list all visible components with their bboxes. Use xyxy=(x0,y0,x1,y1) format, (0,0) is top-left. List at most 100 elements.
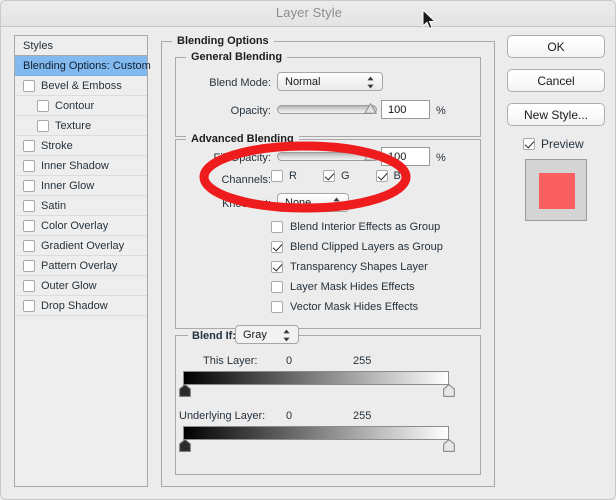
advanced-option-checkbox[interactable] xyxy=(271,301,283,313)
styles-panel-header[interactable]: Styles xyxy=(15,36,147,56)
preview-label: Preview xyxy=(541,137,584,151)
style-effect-checkbox[interactable] xyxy=(23,139,35,152)
channel-toggle-b[interactable]: B xyxy=(375,170,401,182)
style-effect-checkbox[interactable] xyxy=(23,219,35,232)
fill-opacity-slider-track[interactable] xyxy=(277,152,377,161)
sidebar-item-label: Pattern Overlay xyxy=(41,259,118,272)
opacity-input[interactable]: 100 xyxy=(381,100,430,119)
opacity-slider-track[interactable] xyxy=(277,105,377,114)
style-effect-checkbox[interactable] xyxy=(37,119,49,132)
sidebar-item-satin[interactable]: Satin xyxy=(15,196,147,216)
sidebar-item-contour[interactable]: Contour xyxy=(15,96,147,116)
sidebar-item-label: Blending Options: Custom xyxy=(23,59,151,72)
sidebar-item-stroke[interactable]: Stroke xyxy=(15,136,147,156)
sidebar-item-texture[interactable]: Texture xyxy=(15,116,147,136)
channel-label: B xyxy=(393,170,401,182)
this-layer-min: 0 xyxy=(286,355,293,367)
this-layer-max: 255 xyxy=(353,355,372,367)
general-blending-legend: General Blending xyxy=(186,51,288,63)
layer-style-dialog: Layer Style Styles Blending Options: Cus… xyxy=(0,0,616,500)
underlying-layer-black-stop[interactable] xyxy=(179,439,191,452)
blend-if-label: Blend If: xyxy=(188,330,240,342)
fill-opacity-value: 100 xyxy=(388,150,407,163)
knockout-value: None xyxy=(285,196,312,209)
sidebar-item-color-overlay[interactable]: Color Overlay xyxy=(15,216,147,236)
sidebar-item-label: Inner Shadow xyxy=(41,159,109,172)
blending-options-panel: Blending Options General Blending Blend … xyxy=(161,35,495,487)
this-layer-gradient-bar[interactable] xyxy=(183,371,449,385)
sidebar-item-gradient-overlay[interactable]: Gradient Overlay xyxy=(15,236,147,256)
sidebar-item-label: Bevel & Emboss xyxy=(41,79,122,92)
chevron-updown-icon xyxy=(367,76,374,89)
sidebar-item-label: Contour xyxy=(55,99,95,112)
style-effect-checkbox[interactable] xyxy=(23,159,35,172)
title-bar[interactable]: Layer Style xyxy=(1,1,615,27)
underlying-layer-label: Underlying Layer: xyxy=(179,410,266,422)
underlying-layer-white-stop[interactable] xyxy=(443,439,455,452)
ok-button[interactable]: OK xyxy=(507,35,605,58)
opacity-label: Opacity: xyxy=(230,105,271,117)
channel-label: G xyxy=(340,170,350,182)
advanced-option-checkbox[interactable] xyxy=(271,221,283,233)
opacity-slider-thumb[interactable] xyxy=(364,103,377,114)
advanced-option-checkbox[interactable] xyxy=(271,241,283,253)
style-effect-checkbox[interactable] xyxy=(23,199,35,212)
preview-checkbox[interactable] xyxy=(523,138,535,150)
style-effect-checkbox[interactable] xyxy=(37,99,49,112)
blend-if-channel-select[interactable]: Gray xyxy=(235,325,299,344)
advanced-option-blend-interior-effects-as-group[interactable]: Blend Interior Effects as Group xyxy=(271,221,440,233)
styles-panel-header-label: Styles xyxy=(23,39,53,52)
cancel-button[interactable]: Cancel xyxy=(507,69,605,92)
sidebar-item-label: Color Overlay xyxy=(41,219,109,232)
sidebar-item-bevel-emboss[interactable]: Bevel & Emboss xyxy=(15,76,147,96)
sidebar-item-outer-glow[interactable]: Outer Glow xyxy=(15,276,147,296)
style-effect-checkbox[interactable] xyxy=(23,299,35,312)
advanced-option-label: Blend Clipped Layers as Group xyxy=(290,241,443,253)
advanced-option-transparency-shapes-layer[interactable]: Transparency Shapes Layer xyxy=(271,261,428,273)
sidebar-item-drop-shadow[interactable]: Drop Shadow xyxy=(15,296,147,316)
advanced-option-vector-mask-hides-effects[interactable]: Vector Mask Hides Effects xyxy=(271,301,418,313)
preview-color-square xyxy=(539,173,575,209)
sidebar-item-blending-options-custom[interactable]: Blending Options: Custom xyxy=(15,56,151,76)
advanced-option-label: Layer Mask Hides Effects xyxy=(290,281,415,293)
sidebar-item-inner-glow[interactable]: Inner Glow xyxy=(15,176,147,196)
actions-panel: OK Cancel New Style... Preview xyxy=(507,35,607,221)
style-effect-checkbox[interactable] xyxy=(23,239,35,252)
advanced-option-layer-mask-hides-effects[interactable]: Layer Mask Hides Effects xyxy=(271,281,415,293)
advanced-option-label: Vector Mask Hides Effects xyxy=(290,301,419,313)
sidebar-item-inner-shadow[interactable]: Inner Shadow xyxy=(15,156,147,176)
knockout-select[interactable]: None xyxy=(277,193,349,212)
advanced-option-checkbox[interactable] xyxy=(271,281,283,293)
opacity-value: 100 xyxy=(388,103,407,116)
channel-checkbox-g[interactable] xyxy=(322,170,335,182)
underlying-layer-gradient-bar[interactable] xyxy=(183,426,449,440)
advanced-option-label: Blend Interior Effects as Group xyxy=(290,221,441,233)
sidebar-item-pattern-overlay[interactable]: Pattern Overlay xyxy=(15,256,147,276)
chevron-updown-icon xyxy=(283,329,290,342)
style-effect-checkbox[interactable] xyxy=(23,279,35,292)
channel-checkbox-r[interactable] xyxy=(271,170,283,182)
fill-opacity-input[interactable]: 100 xyxy=(381,147,430,166)
channel-checkbox-b[interactable] xyxy=(375,170,388,182)
this-layer-white-stop[interactable] xyxy=(443,384,455,397)
preview-toggle[interactable]: Preview xyxy=(507,137,607,151)
style-effect-checkbox[interactable] xyxy=(23,179,35,192)
sidebar-item-label: Gradient Overlay xyxy=(41,239,125,252)
sidebar-item-label: Outer Glow xyxy=(41,279,97,292)
underlying-layer-min: 0 xyxy=(286,410,293,422)
style-effect-checkbox[interactable] xyxy=(23,259,35,272)
new-style-button[interactable]: New Style... xyxy=(507,103,605,126)
advanced-option-blend-clipped-layers-as-group[interactable]: Blend Clipped Layers as Group xyxy=(271,241,443,253)
advanced-blending-legend: Advanced Blending xyxy=(186,133,299,145)
sidebar-item-label: Texture xyxy=(55,119,92,132)
sidebar-item-label: Stroke xyxy=(41,139,73,152)
styles-list: Blending Options: Custom Bevel & Emboss Co… xyxy=(15,56,151,316)
blend-mode-select[interactable]: Normal xyxy=(277,72,383,91)
fill-opacity-slider-thumb[interactable] xyxy=(364,150,377,161)
advanced-option-label: Transparency Shapes Layer xyxy=(290,261,428,273)
channel-toggle-g[interactable]: G xyxy=(322,170,350,182)
advanced-option-checkbox[interactable] xyxy=(271,261,283,273)
this-layer-black-stop[interactable] xyxy=(179,384,191,397)
channel-toggle-r[interactable]: R xyxy=(271,170,297,182)
style-effect-checkbox[interactable] xyxy=(23,79,35,92)
